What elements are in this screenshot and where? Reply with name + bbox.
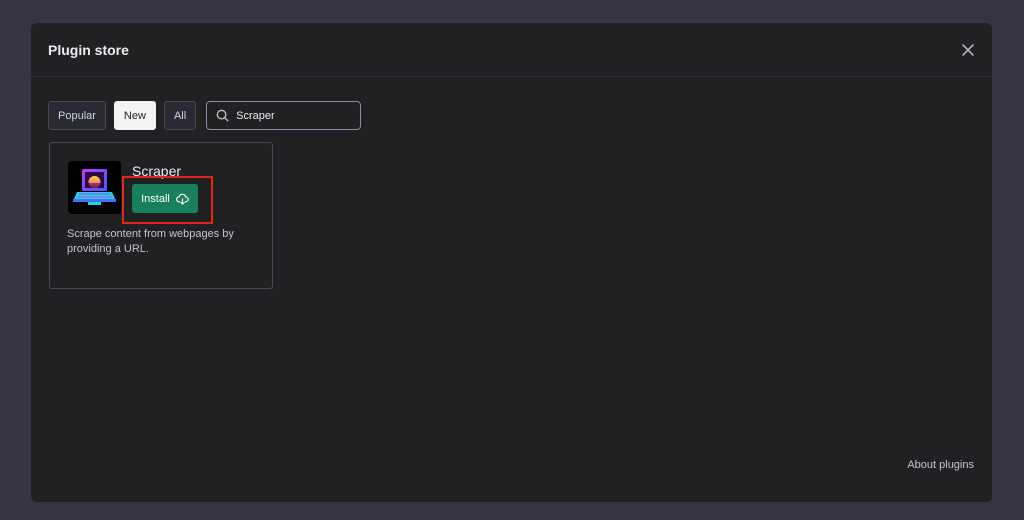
modal-header: Plugin store [31, 23, 992, 77]
filter-new-button[interactable]: New [113, 101, 156, 130]
about-plugins-link[interactable]: About plugins [907, 459, 974, 471]
search-icon [216, 109, 229, 122]
filter-popular-button[interactable]: Popular [48, 101, 106, 130]
plugin-store-modal: Plugin store Popular New All Scraper Scr… [31, 23, 992, 502]
highlight-box [122, 176, 213, 224]
plugin-description: Scrape content from webpages by providin… [67, 228, 234, 255]
plugin-logo [68, 161, 121, 214]
plugin-card: Scraper Install Scrape content from webp… [49, 142, 273, 289]
search-input[interactable] [236, 109, 347, 122]
filter-bar: Popular New All [48, 101, 362, 130]
modal-title: Plugin store [48, 42, 129, 58]
close-button[interactable] [958, 40, 978, 60]
filter-all-button[interactable]: All [163, 101, 197, 130]
close-icon [962, 44, 974, 56]
search-box[interactable] [206, 101, 362, 130]
